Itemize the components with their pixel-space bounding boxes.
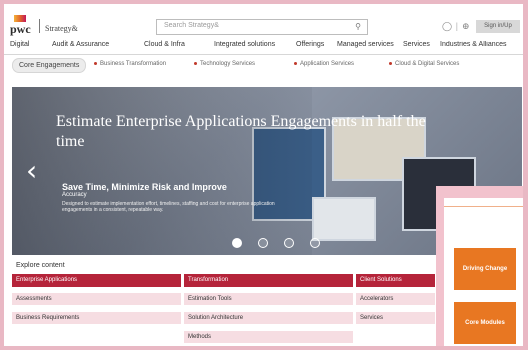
search-placeholder: Search Strategy& (164, 22, 219, 29)
explore-cell[interactable]: Methods (184, 331, 353, 343)
globe-icon[interactable]: ⊕ (462, 21, 470, 32)
logo[interactable]: pwc (10, 22, 31, 37)
explore-cell[interactable]: Assessments (12, 293, 181, 305)
user-icon[interactable]: ◯ (442, 21, 452, 32)
slide-dot-3[interactable] (284, 238, 294, 248)
explore-cell[interactable]: Business Requirements (12, 312, 181, 324)
overlay-content: Driving Change Core Modules (444, 198, 523, 346)
brand-name: Strategy& (45, 24, 78, 33)
nav-item-industries[interactable]: Industries & Alliances (440, 41, 520, 48)
core-modules-box[interactable]: Core Modules (454, 302, 516, 344)
slide-dot-2[interactable] (258, 238, 268, 248)
nav-item-services[interactable]: Services (403, 41, 430, 48)
logo-mark (14, 15, 26, 22)
hero-subtitle: Save Time, Minimize Risk and Improve (62, 182, 227, 192)
explore-cell[interactable]: Estimation Tools (184, 293, 353, 305)
search-input[interactable]: Search Strategy& ⚲ (156, 19, 368, 35)
nav-item-cloud[interactable]: Cloud & Infra (144, 41, 185, 48)
divider-icon: | (456, 21, 458, 31)
nav-item-digital[interactable]: Digital (10, 41, 29, 48)
explore-label: Explore content (16, 262, 65, 269)
nav-item-offerings[interactable]: Offerings (296, 41, 324, 48)
explore-cell[interactable]: Solution Architecture (184, 312, 353, 324)
explore-header-2[interactable]: Transformation (184, 274, 353, 287)
subnav-item-application[interactable]: Application Services (294, 61, 354, 67)
overlay-divider (444, 206, 523, 207)
bullet-icon (94, 61, 97, 65)
signin-button[interactable]: Sign in/Up (476, 20, 520, 33)
core-engagements-pill[interactable]: Core Engagements (12, 58, 87, 73)
subnav-item-business[interactable]: Business Transformation (94, 61, 166, 67)
nav-item-audit[interactable]: Audit & Assurance (52, 41, 109, 48)
hero-description: Designed to estimate implementation effo… (62, 201, 275, 213)
chevron-left-icon[interactable]: ‹ (26, 157, 37, 185)
explore-header-3[interactable]: Client Solutions (356, 274, 435, 287)
subnav-item-technology[interactable]: Technology Services (194, 61, 255, 67)
subnav-item-cloud[interactable]: Cloud & Digital Services (389, 61, 459, 67)
search-icon[interactable]: ⚲ (355, 22, 361, 31)
hero-subtitle-2: Accuracy (62, 192, 87, 198)
subnav-item-label: Application Services (300, 61, 355, 67)
hero-title: Estimate Enterprise Applications Engagem… (56, 113, 426, 150)
nav-item-managed[interactable]: Managed services (337, 41, 394, 48)
explore-header-1[interactable]: Enterprise Applications (12, 274, 181, 287)
subnav-item-label: Business Transformation (100, 61, 167, 67)
bullet-icon (294, 61, 297, 65)
logo-divider (39, 19, 40, 33)
explore-cell[interactable]: Services (356, 312, 435, 324)
bullet-icon (194, 61, 197, 65)
subnav-item-label: Technology Services (200, 61, 256, 67)
nav-divider (4, 54, 523, 55)
hero-illustration-laptop (312, 197, 376, 241)
nav-item-integrated[interactable]: Integrated solutions (214, 41, 275, 48)
slide-dot-1[interactable] (232, 238, 242, 248)
bullet-icon (389, 61, 392, 65)
sub-nav: Core Engagements Business Transformation… (4, 58, 523, 73)
web-page: pwc Strategy& Search Strategy& ⚲ ◯ | ⊕ S… (4, 4, 523, 346)
explore-cell[interactable]: Accelerators (356, 293, 435, 305)
slide-dot-4[interactable] (310, 238, 320, 248)
subnav-item-label: Cloud & Digital Services (395, 61, 460, 67)
overlay-panel: Driving Change Core Modules (436, 186, 523, 346)
driving-change-box[interactable]: Driving Change (454, 248, 516, 290)
main-nav: Digital Audit & Assurance Cloud & Infra … (4, 38, 523, 54)
